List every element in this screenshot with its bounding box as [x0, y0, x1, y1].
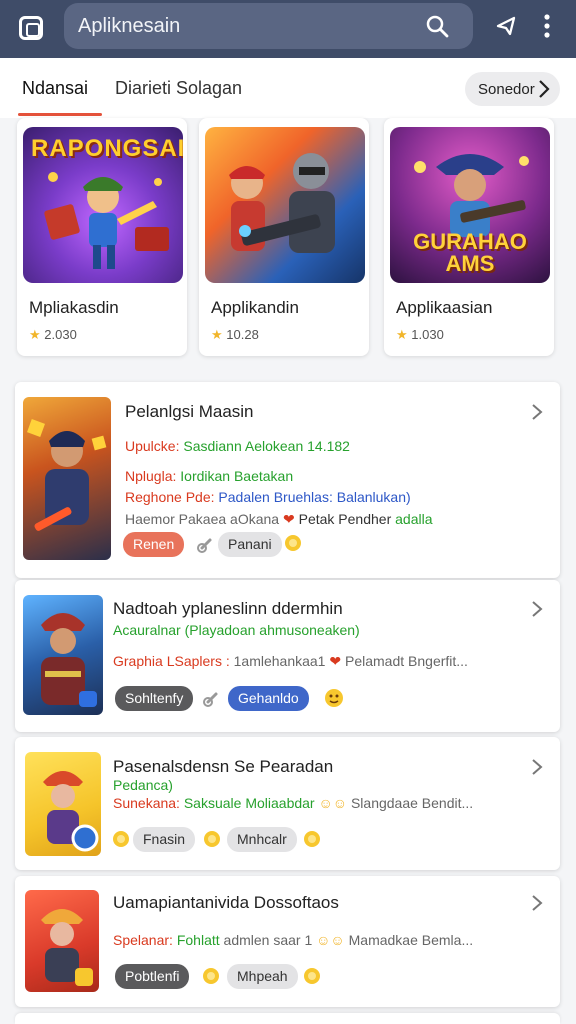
tag-pill[interactable]: Sohltenfy [115, 686, 194, 711]
featured-card[interactable]: RAPONGSAI Mpliakasdin ★ 2.030 [17, 118, 187, 356]
featured-card[interactable]: Applikandin ★ 10.28 [199, 118, 369, 356]
sonedor-chip-label: Sonedor [478, 81, 535, 98]
star-icon: ★ [211, 327, 223, 342]
share-icon[interactable] [494, 14, 518, 38]
list-item-detail: Reghone Pde: Padalen Bruehlas: Balanluka… [125, 489, 411, 505]
search-icon[interactable] [425, 14, 449, 38]
app-logo-icon[interactable] [19, 16, 43, 40]
coin-icon [304, 968, 320, 984]
heart-icon: ❤ [282, 511, 295, 527]
tab-diarieti[interactable]: Diarieti Solagan [115, 78, 242, 99]
featured-name: Applikandin [211, 298, 299, 317]
featured-card[interactable]: GURAHAO AMS Applikaasian ★ 1.030 [384, 118, 554, 356]
game-thumbnail [23, 595, 103, 715]
emoji-icon [325, 689, 343, 707]
tag-pill[interactable]: Gehanldo [228, 686, 309, 711]
coin-icon [113, 831, 129, 847]
list-item-title: Pasenalsdensn Se Pearadan [113, 757, 334, 776]
coin-icon [204, 831, 220, 847]
list-item-detail: Pedanca) [113, 777, 173, 793]
chevron-right-icon[interactable] [531, 600, 543, 618]
list-item-detail: Sunekana: Saksuale Moliaabdar ☺☺ Slangda… [113, 795, 474, 811]
featured-name: Mpliakasdin [29, 298, 119, 317]
coin-icon [285, 535, 301, 551]
game-art-title: RAPONGSAI [31, 135, 183, 162]
tab-active-indicator [18, 113, 102, 116]
tag-pill[interactable]: Renen [123, 532, 185, 557]
featured-name: Applikaasian [396, 298, 493, 317]
chevron-right-icon [539, 80, 550, 98]
list-item-detail: Graphia LSaplers : 1amlehankaa1 ❤ Pelama… [113, 653, 468, 669]
featured-rating: ★ 1.030 [396, 327, 444, 342]
search-bar[interactable]: Apliknesain [64, 3, 473, 49]
game-art: RAPONGSAI [23, 127, 183, 283]
coin-icon [203, 968, 219, 984]
sonedor-chip[interactable]: Sonedor [465, 72, 560, 106]
game-thumbnail [25, 752, 101, 856]
link-icon [203, 692, 218, 707]
game-thumbnail [25, 890, 99, 992]
list-item-title: Uamapiantanivida Dossoftaos [113, 893, 339, 912]
star-icon: ★ [29, 327, 41, 342]
heart-icon: ❤ [329, 653, 342, 669]
app-bar: Apliknesain [0, 0, 576, 58]
coin-icon [304, 831, 320, 847]
list-item-partial [15, 1013, 560, 1024]
search-input[interactable]: Apliknesain [78, 15, 180, 38]
game-art [205, 127, 365, 283]
star-icon: ★ [396, 327, 408, 342]
list-item[interactable]: Nadtoah yplaneslinn ddermhin Acauralnar … [15, 580, 560, 732]
list-item[interactable]: Pelanlgsi Maasin Upulcke: Sasdiann Aelok… [15, 382, 560, 578]
tag-pill[interactable]: Panani [218, 532, 282, 557]
list-item-title: Nadtoah yplaneslinn ddermhin [113, 599, 343, 618]
chevron-right-icon[interactable] [531, 894, 543, 912]
list-item[interactable]: Uamapiantanivida Dossoftaos Spelanar: Fo… [15, 876, 560, 1007]
game-art-title: GURAHAO AMS [413, 229, 527, 276]
tag-pill[interactable]: Mnhcalr [227, 827, 297, 852]
more-vert-icon[interactable] [535, 12, 559, 40]
emoji-icon: ☺☺ [316, 932, 345, 948]
list-item-detail: Upulcke: Sasdiann Aelokean 14.182 [125, 438, 350, 454]
tag-pill[interactable]: Pobtlenfi [115, 964, 190, 989]
tag-pill[interactable]: Fnasin [133, 827, 196, 852]
list-item-detail: Acauralnar (Playadoan ahmusoneaken) [113, 622, 360, 638]
chevron-right-icon[interactable] [531, 758, 543, 776]
game-thumbnail [23, 397, 111, 560]
tab-ndansai[interactable]: Ndansai [22, 78, 88, 99]
link-icon [197, 538, 212, 553]
emoji-icon: ☺☺ [318, 795, 348, 811]
featured-rating: ★ 2.030 [29, 327, 77, 342]
tag-pill[interactable]: Mhpeah [227, 964, 298, 989]
list-item-detail: Haemor Pakaea aOkana ❤ Petak Pendher ada… [125, 511, 433, 527]
game-art: GURAHAO AMS [390, 127, 550, 283]
list-item-detail: Nplugla: Iordikan Baetakan [125, 468, 294, 484]
list-item-title: Pelanlgsi Maasin [125, 402, 254, 421]
list-item-detail: Spelanar: Fohlatt admlen saar 1 ☺☺ Mamad… [113, 932, 474, 948]
chevron-right-icon[interactable] [531, 403, 543, 421]
featured-rating: ★ 10.28 [211, 327, 259, 342]
tab-bar: Ndansai Diarieti Solagan Sonedor [0, 58, 576, 118]
list-item[interactable]: Pasenalsdensn Se Pearadan Pedanca) Sunek… [15, 737, 560, 870]
